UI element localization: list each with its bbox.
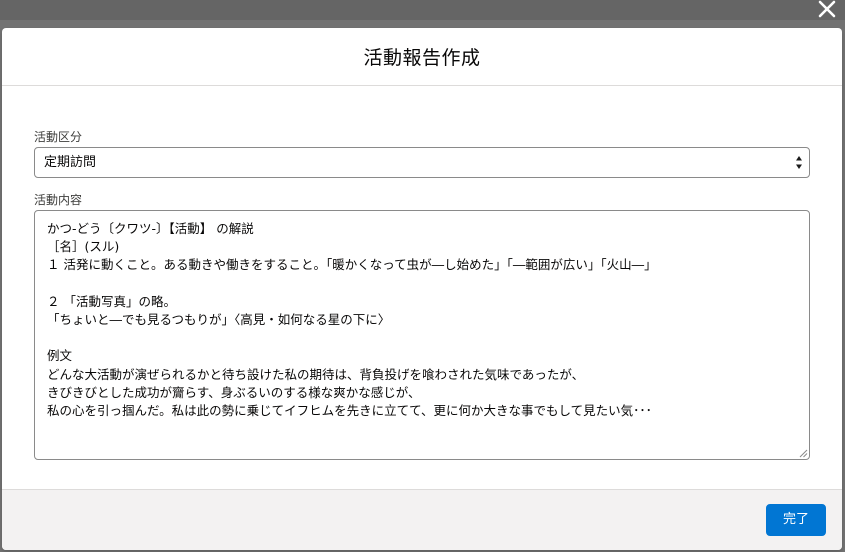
- modal-title: 活動報告作成: [363, 47, 481, 69]
- activity-content-textarea[interactable]: かつ-どう〔クワツ-〕【活動】 の解説 ［名］(スル) １ 活発に動くこと。ある…: [34, 210, 810, 460]
- textarea-line: 「ちょいと―でも見るつもりが」〈高見・如何なる星の下に〉: [47, 311, 391, 327]
- modal-header: 活動報告作成: [2, 28, 842, 86]
- select-updown-icon: [796, 156, 802, 169]
- done-button[interactable]: 完了: [766, 504, 826, 536]
- modal-body: 活動区分 定期訪問 活動内容 かつ-どう〔クワツ-〕【活動】 の解説 ［名］(ス…: [2, 86, 842, 489]
- textarea-line: きびきびとした成功が齎らす、身ぶるいのする様な爽かな感じが、: [47, 384, 421, 400]
- textarea-line: [47, 275, 797, 293]
- textarea-line: どんな大活動が演ぜられるかと待ち設けた私の期待は、背負投げを喰わされた気味であっ…: [47, 366, 585, 382]
- resize-grip-icon[interactable]: [799, 449, 808, 458]
- modal-footer: 完了: [2, 489, 842, 550]
- activity-category-value: 定期訪問: [44, 155, 97, 170]
- close-icon: [818, 0, 836, 18]
- textarea-line: ［名］(スル): [47, 239, 120, 255]
- textarea-line: 私の心を引っ掴んだ。私は此の勢に乗じてイフヒムを先きに立てて、更に何か大きな事で…: [47, 402, 652, 418]
- activity-category-select[interactable]: 定期訪問: [34, 147, 810, 178]
- textarea-line: ２ 「活動写真」の略。: [47, 293, 176, 309]
- textarea-line: [47, 329, 797, 347]
- textarea-line: かつ-どう〔クワツ-〕【活動】 の解説: [47, 221, 254, 236]
- activity-report-modal: 活動報告作成 活動区分 定期訪問 活動内容 かつ-どう〔クワツ-〕【活動】 の解…: [2, 28, 842, 550]
- activity-category-label: 活動区分: [34, 130, 83, 144]
- activity-content-label: 活動内容: [34, 193, 83, 207]
- close-modal-button[interactable]: [815, 0, 841, 22]
- textarea-line: 例文: [47, 348, 73, 364]
- textarea-line: １ 活発に動くこと。ある動きや働きをすること。「暖かくなって虫が―し始めた」「―…: [47, 257, 657, 273]
